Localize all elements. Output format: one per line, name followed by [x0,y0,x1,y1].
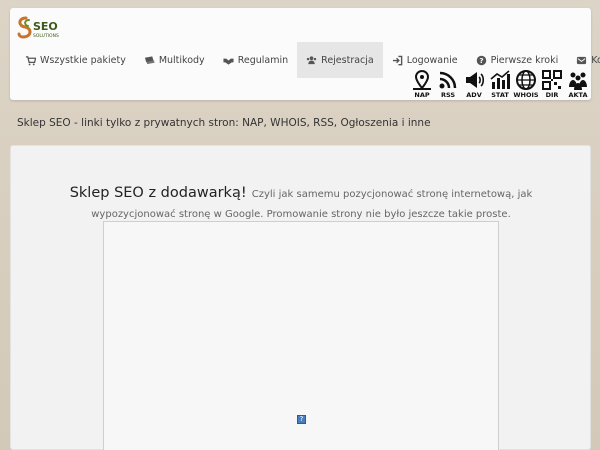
badge-label: DIR [545,91,559,99]
page-title: Sklep SEO z dodawarką! [69,185,247,201]
missing-plugin-icon: ? [297,415,306,424]
badge-label: NAP [414,91,430,99]
nav-label: Logowanie [406,54,458,66]
site-tagline: Sklep SEO - linki tylko z prywatnych str… [17,117,431,129]
nav-label: Rejestracja [321,54,374,66]
users-icon [306,55,317,64]
embedded-video-frame[interactable]: ? [103,221,499,450]
globe-icon [516,70,536,90]
nav-item-terms[interactable]: Regulamin [214,42,297,78]
map-pin-icon [413,69,431,90]
logo-graphic: SEO SOLUTIONS [17,16,59,39]
service-badges: NAP RSS ADV STAT WHOIS DIR AKTA [410,69,590,99]
badge-label: RSS [440,91,456,99]
handshake-icon [223,58,234,65]
cart-icon [25,55,36,65]
intro-text: Sklep SEO z dodawarką! Czyli jak samemu … [61,183,541,223]
nav-label: Pierwsze kroki [490,54,559,66]
badge-nap[interactable]: NAP [410,69,434,99]
nav-label: Multikody [158,54,205,66]
nav-item-packages[interactable]: Wszystkie pakiety [16,42,135,78]
logo-subtext: SOLUTIONS [33,33,59,39]
login-icon [392,55,403,65]
qr-code-icon [542,70,562,90]
nav-label: Wszystkie pakiety [40,54,126,66]
badge-rss[interactable]: RSS [436,69,460,99]
rss-icon [439,71,457,89]
svg-text:?: ? [479,55,483,64]
header-bar: SEO SOLUTIONS Wszystkie pakiety Multikod… [10,8,600,100]
envelope-icon [577,56,587,64]
site-logo[interactable]: SEO SOLUTIONS [16,14,66,42]
badge-adv[interactable]: ADV [462,69,486,99]
badge-stat[interactable]: STAT [488,69,512,99]
ticket-icon [144,55,155,64]
stats-chart-icon [490,70,510,89]
people-group-icon [569,72,587,90]
badge-label: STAT [491,91,509,99]
nav-item-register[interactable]: Rejestracja [297,42,383,78]
nav-label: Kontakt [591,54,600,66]
badge-dir[interactable]: DIR [540,69,564,99]
nav-item-multicodes[interactable]: Multikody [135,42,214,78]
badge-label: WHOIS [513,91,539,99]
badge-label: AKTA [568,91,588,99]
megaphone-icon [466,72,485,88]
nav-label: Regulamin [237,54,289,66]
question-icon: ? [476,55,486,65]
main-panel: Sklep SEO z dodawarką! Czyli jak samemu … [10,145,591,450]
badge-akta[interactable]: AKTA [566,69,590,99]
logo-text: SEO [33,20,58,33]
badge-label: ADV [466,91,482,99]
badge-whois[interactable]: WHOIS [513,69,539,99]
